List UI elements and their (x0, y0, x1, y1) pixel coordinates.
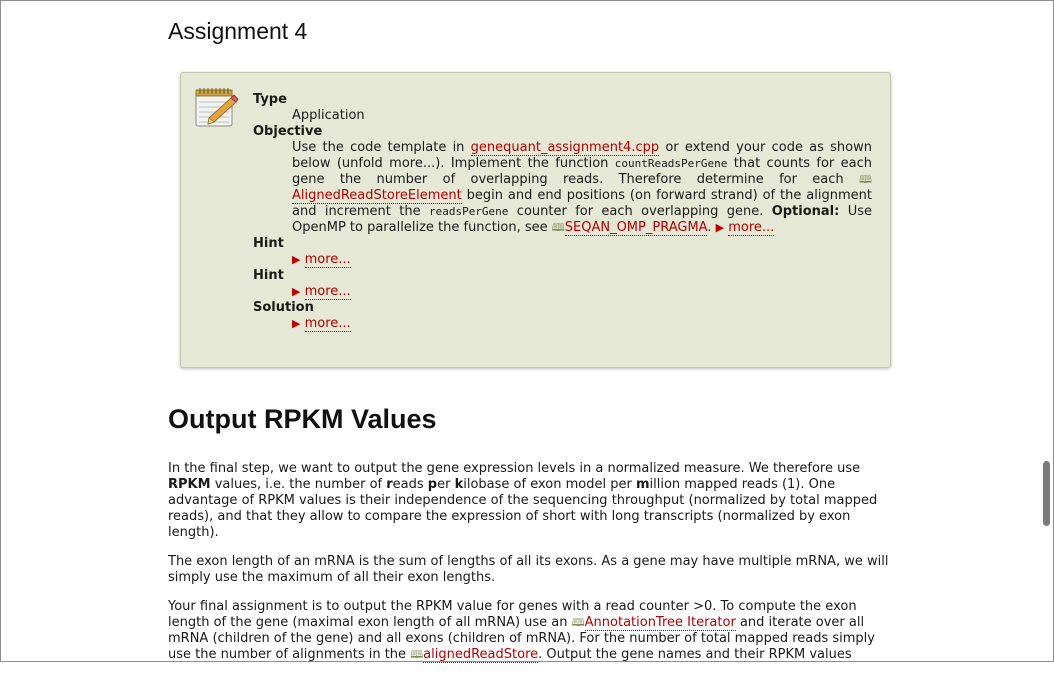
solution-label: Solution (253, 300, 314, 315)
paragraph-exon-length: The exon length of an mRNA is the sum of… (168, 554, 889, 585)
section-heading: Output RPKM Values (168, 404, 437, 434)
more-label: more... (728, 220, 775, 236)
objective-text-1: Use the code template in (292, 140, 471, 155)
book-icon: 🕮 (410, 648, 424, 661)
vertical-scrollbar-thumb[interactable] (1043, 461, 1050, 526)
objective-more-toggle[interactable]: ▶ more... (715, 220, 775, 236)
assignment-box: Type Application Objective Use the code … (180, 72, 891, 368)
expand-triangle-icon: ▶ (715, 221, 725, 234)
solution-content: ▶ more... (292, 316, 872, 332)
expand-triangle-icon: ▶ (292, 317, 301, 330)
p1-text-3: eads (392, 477, 428, 492)
p1-text-4: er (437, 477, 455, 492)
book-icon: 🕮 (571, 616, 585, 629)
rpkm-bold: RPKM (168, 477, 211, 492)
type-label: Type (253, 92, 287, 107)
p1-text-2: values, i.e. the number of (210, 477, 387, 492)
objective-text: Use the code template in genequant_assig… (292, 140, 872, 236)
counter-code: readsPerGene (428, 205, 509, 218)
hint1-content: ▶ more... (292, 252, 872, 268)
paragraph-final-assignment: Your final assignment is to output the R… (168, 599, 894, 663)
assignment-heading: Assignment 4 (168, 18, 308, 44)
more-label: more... (304, 284, 351, 300)
hint2-more-toggle[interactable]: ▶ more... (292, 284, 351, 300)
p1-text-1: In the final step, we want to output the… (168, 461, 861, 476)
hint1-label: Hint (253, 236, 284, 251)
expand-triangle-icon: ▶ (292, 253, 301, 266)
bold-k: k (454, 477, 464, 492)
p1-text-5: ilobase of exon model per (463, 477, 636, 492)
book-icon: 🕮 (859, 173, 872, 186)
bold-m: m (635, 477, 650, 492)
solution-more-toggle[interactable]: ▶ more... (292, 316, 351, 332)
more-label: more... (304, 316, 351, 332)
type-value: Application (292, 108, 365, 123)
hint2-content: ▶ more... (292, 284, 872, 300)
paragraph-rpkm-intro: In the final step, we want to output the… (168, 461, 894, 541)
bold-p: p (427, 477, 438, 492)
expand-triangle-icon: ▶ (292, 285, 301, 298)
aligned-read-store-link[interactable]: alignedReadStore (423, 647, 539, 663)
more-label: more... (304, 252, 351, 268)
seqan-omp-pragma-link[interactable]: SEQAN_OMP_PRAGMA (564, 220, 708, 236)
hint2-label: Hint (253, 268, 284, 283)
function-code: countReadsPerGene (614, 157, 728, 170)
notepad-icon (195, 88, 239, 127)
template-file-link[interactable]: genequant_assignment4.cpp (470, 140, 660, 156)
p3-text-3: . Output the gene names and their RPKM v… (538, 647, 852, 662)
annotation-tree-iterator-link[interactable]: AnnotationTree Iterator (584, 615, 736, 631)
hint1-more-toggle[interactable]: ▶ more... (292, 252, 351, 268)
section-body: In the final step, we want to output the… (168, 461, 894, 676)
objective-label: Objective (253, 124, 323, 139)
optional-label: Optional: (771, 204, 840, 219)
aligned-read-store-element-link[interactable]: AlignedReadStoreElement (292, 188, 462, 204)
objective-text-5: counter for each overlapping gene. (508, 204, 772, 219)
book-icon: 🕮 (551, 221, 565, 234)
objective-text-7: . (707, 220, 716, 235)
assignment-details: Type Application Objective Use the code … (253, 92, 872, 332)
